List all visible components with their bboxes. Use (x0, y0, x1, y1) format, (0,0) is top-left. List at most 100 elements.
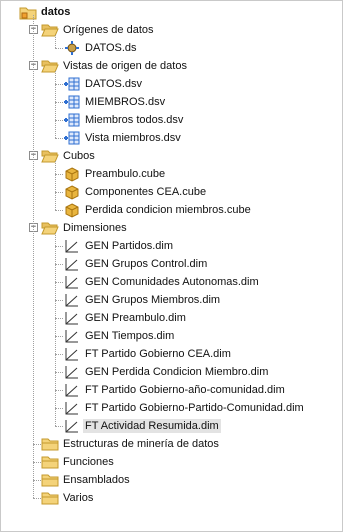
tree-node[interactable]: FT Partido Gobierno CEA.dim (63, 345, 233, 363)
tree-node[interactable]: FT Partido Gobierno-año-comunidad.dim (63, 381, 287, 399)
tree-node[interactable]: Cubos (41, 147, 97, 165)
item-label: GEN Perdida Condicion Miembro.dim (85, 366, 269, 378)
tree-connector (55, 282, 63, 283)
item-label: GEN Partidos.dim (85, 240, 174, 252)
tree-connector (55, 336, 63, 337)
tree-node[interactable]: Orígenes de datos (41, 21, 156, 39)
tree-connector (55, 102, 63, 103)
item-label: Preambulo.cube (85, 168, 166, 180)
tree-connector (55, 318, 63, 319)
tree-connector (55, 84, 63, 85)
tree-node[interactable]: Funciones (41, 453, 116, 471)
item-label: FT Partido Gobierno-año-comunidad.dim (85, 384, 285, 396)
item-label: DATOS.ds (85, 42, 137, 54)
tree-node[interactable]: Estructuras de minería de datos (41, 435, 221, 453)
tree-connector (33, 15, 34, 498)
section-label: Cubos (63, 150, 95, 162)
tree-node[interactable]: Miembros todos.dsv (63, 111, 185, 129)
item-label: FT Partido Gobierno CEA.dim (85, 348, 231, 360)
section-label: Funciones (63, 456, 114, 468)
item-label: Perdida condicion miembros.cube (85, 204, 251, 216)
tree-node[interactable]: datos (19, 3, 72, 21)
tree-node[interactable]: Perdida condicion miembros.cube (63, 201, 253, 219)
tree-node[interactable]: GEN Grupos Miembros.dim (63, 291, 222, 309)
tree-node[interactable]: DATOS.ds (63, 39, 139, 57)
tree-node[interactable]: FT Partido Gobierno-Partido-Comunidad.di… (63, 399, 306, 417)
section-label: Orígenes de datos (63, 24, 154, 36)
dimension-icon (63, 256, 81, 272)
section-label: Ensamblados (63, 474, 130, 486)
item-label: GEN Tiempos.dim (85, 330, 175, 342)
tree-connector (33, 498, 41, 499)
tree-connector (55, 426, 63, 427)
item-label: DATOS.dsv (85, 78, 143, 90)
datasource-view-icon (63, 130, 81, 146)
dimension-icon (63, 382, 81, 398)
dimension-icon (63, 346, 81, 362)
dimension-icon (63, 328, 81, 344)
tree-connector (55, 138, 63, 139)
folder-open-icon (41, 58, 59, 74)
tree-connector (33, 462, 41, 463)
tree-node[interactable]: Vistas de origen de datos (41, 57, 189, 75)
item-label: GEN Comunidades Autonomas.dim (85, 276, 259, 288)
item-label: FT Actividad Resumida.dim (83, 419, 221, 433)
tree-node[interactable]: MIEMBROS.dsv (63, 93, 167, 111)
cube-icon (63, 166, 81, 182)
folder-closed-icon (41, 490, 59, 506)
tree-node[interactable]: GEN Partidos.dim (63, 237, 175, 255)
section-label: Varios (63, 492, 94, 504)
tree-node[interactable]: FT Actividad Resumida.dim (63, 417, 221, 435)
tree-connector (55, 161, 56, 210)
tree-node[interactable]: Componentes CEA.cube (63, 183, 208, 201)
folder-open-icon (41, 22, 59, 38)
datasource-view-icon (63, 76, 81, 92)
tree-connector (55, 71, 56, 138)
tree-node[interactable]: GEN Tiempos.dim (63, 327, 176, 345)
tree-connector (55, 210, 63, 211)
tree-connector (55, 264, 63, 265)
tree-connector (55, 408, 63, 409)
tree-connector (33, 480, 41, 481)
section-label: Dimensiones (63, 222, 127, 234)
tree-node[interactable]: Ensamblados (41, 471, 132, 489)
folder-closed-icon (41, 436, 59, 452)
dimension-icon (63, 292, 81, 308)
folder-open-icon (41, 220, 59, 236)
datasource-icon (63, 40, 81, 56)
tree-connector (55, 233, 56, 426)
tree-connector (55, 390, 63, 391)
root-node-label: datos (41, 6, 71, 18)
item-label: Vista miembros.dsv (85, 132, 181, 144)
item-label: GEN Grupos Control.dim (85, 258, 208, 270)
dimension-icon (63, 418, 81, 434)
tree-node[interactable]: GEN Comunidades Autonomas.dim (63, 273, 261, 291)
dimension-icon (63, 238, 81, 254)
dimension-icon (63, 400, 81, 416)
dimension-icon (63, 274, 81, 290)
tree-connector (55, 372, 63, 373)
tree-node[interactable]: GEN Perdida Condicion Miembro.dim (63, 363, 270, 381)
tree-connector (55, 48, 63, 49)
tree-node[interactable]: Preambulo.cube (63, 165, 167, 183)
tree-node[interactable]: DATOS.dsv (63, 75, 144, 93)
project-folder-icon (19, 4, 37, 20)
tree-node[interactable]: GEN Preambulo.dim (63, 309, 188, 327)
tree-connector (33, 444, 41, 445)
cube-icon (63, 184, 81, 200)
dimension-icon (63, 310, 81, 326)
item-label: Componentes CEA.cube (85, 186, 207, 198)
tree-connector (55, 300, 63, 301)
folder-closed-icon (41, 454, 59, 470)
tree-node[interactable]: Vista miembros.dsv (63, 129, 183, 147)
item-label: Miembros todos.dsv (85, 114, 184, 126)
tree-node[interactable]: GEN Grupos Control.dim (63, 255, 209, 273)
folder-open-icon (41, 148, 59, 164)
tree-connector (55, 35, 56, 48)
datasource-view-icon (63, 94, 81, 110)
folder-closed-icon (41, 472, 59, 488)
item-label: GEN Preambulo.dim (85, 312, 186, 324)
cube-icon (63, 202, 81, 218)
tree-connector (55, 174, 63, 175)
tree-node[interactable]: Varios (41, 489, 95, 507)
